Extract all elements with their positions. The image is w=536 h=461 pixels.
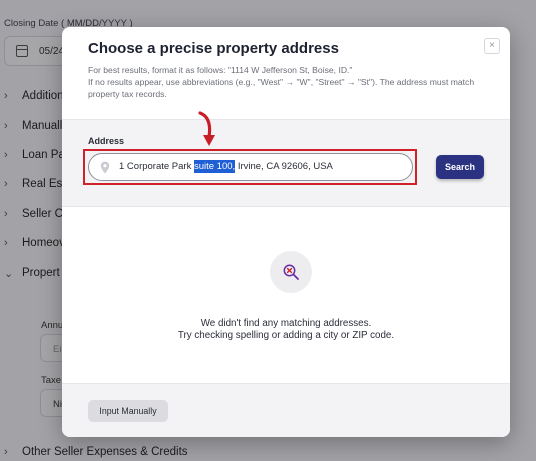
address-panel: Address 1 Corporate Park suite 100, Irvi…: [62, 119, 510, 207]
empty-state-hint: Try checking spelling or adding a city o…: [177, 330, 395, 341]
address-text-after: Irvine, CA 92606, USA: [235, 161, 333, 172]
address-input[interactable]: 1 Corporate Park suite 100, Irvine, CA 9…: [88, 153, 413, 181]
address-text-selected: suite 100,: [193, 160, 236, 173]
modal-description: For best results, format it as follows: …: [88, 65, 475, 99]
modal-header: Choose a precise property address For be…: [62, 27, 510, 119]
address-value: 1 Corporate Park suite 100, Irvine, CA 9…: [119, 160, 333, 173]
annotation-arrow-icon: [198, 111, 215, 146]
close-button[interactable]: ×: [484, 38, 500, 54]
address-text-before: 1 Corporate Park: [119, 161, 194, 172]
close-icon: ×: [489, 40, 495, 51]
location-pin-icon: [100, 161, 110, 174]
empty-state-title: We didn't find any matching addresses.: [200, 318, 372, 329]
address-label: Address: [88, 136, 125, 146]
address-modal: Choose a precise property address For be…: [62, 27, 510, 437]
search-button[interactable]: Search: [436, 155, 484, 179]
modal-footer: Input Manually: [62, 383, 510, 437]
modal-title: Choose a precise property address: [88, 40, 339, 57]
search-no-results-icon: [283, 264, 299, 280]
input-manually-button[interactable]: Input Manually: [88, 400, 168, 422]
no-results-icon-circle: [270, 251, 312, 293]
